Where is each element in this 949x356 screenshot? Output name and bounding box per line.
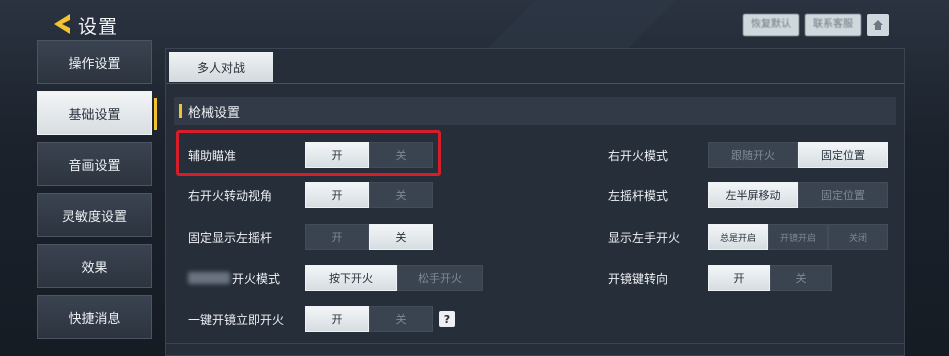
setting-label: 右开火转动视角 — [188, 188, 273, 203]
option-press-fire[interactable]: 按下开火 — [305, 265, 397, 291]
sidebar-item-label: 效果 — [81, 260, 108, 276]
fixed-left-joystick-toggle: 开 关 — [305, 224, 433, 250]
home-icon — [873, 20, 883, 30]
section-header: 枪械设置 — [174, 97, 896, 125]
setting-right-fire-rotate-view: 右开火转动视角 开 关 — [188, 181, 433, 209]
option-scope-on[interactable]: 开镜开启 — [768, 224, 828, 250]
setting-label: 一键开镜立即开火 — [188, 312, 285, 327]
page-title: 设置 — [78, 16, 119, 38]
sidebar: 操作设置 基础设置 音画设置 灵敏度设置 效果 快捷消息 — [37, 40, 157, 346]
option-on[interactable]: 开 — [305, 182, 369, 208]
aim-assist-toggle: 开 关 — [305, 142, 433, 168]
setting-label: 固定显示左摇杆 — [188, 230, 273, 245]
setting-right-fire-mode: 右开火模式 跟随开火 固定位置 — [608, 141, 888, 169]
back-arrow-icon — [54, 14, 70, 34]
setting-label: 辅助瞄准 — [188, 148, 237, 163]
scope-key-turn-toggle: 开 关 — [708, 265, 832, 291]
option-off[interactable]: 关 — [770, 265, 832, 291]
option-on[interactable]: 开 — [305, 306, 369, 332]
header-actions: 恢复默认 联系客服 — [743, 14, 889, 36]
restore-default-button[interactable]: 恢复默认 — [743, 14, 799, 36]
sidebar-item-audio-video[interactable]: 音画设置 — [37, 142, 152, 186]
sidebar-item-label: 灵敏度设置 — [61, 209, 127, 225]
help-icon[interactable]: ? — [439, 311, 455, 327]
left-joystick-mode-toggle: 左半屏移动 固定位置 — [708, 182, 888, 208]
option-on[interactable]: 开 — [708, 265, 770, 291]
tab-multiplayer[interactable]: 多人对战 — [169, 52, 273, 82]
home-button[interactable] — [867, 14, 889, 36]
right-fire-mode-toggle: 跟随开火 固定位置 — [708, 142, 888, 168]
setting-scope-key-turn: 开镜键转向 开 关 — [608, 264, 832, 292]
setting-aim-assist: 辅助瞄准 开 关 — [188, 141, 433, 169]
section-title: 枪械设置 — [188, 105, 241, 121]
option-fixed-position[interactable]: 固定位置 — [798, 182, 888, 208]
setting-label-wrap: 开火模式 — [188, 270, 305, 287]
sidebar-item-effects[interactable]: 效果 — [37, 244, 152, 288]
fire-mode-toggle: 按下开火 松手开火 — [305, 265, 483, 291]
option-off[interactable]: 关 — [369, 182, 433, 208]
option-on[interactable]: 开 — [305, 142, 369, 168]
setting-fire-mode: 开火模式 按下开火 松手开火 — [188, 264, 483, 292]
option-off[interactable]: 关 — [369, 224, 433, 250]
option-always-on[interactable]: 总是开启 — [708, 224, 768, 250]
setting-label: 右开火模式 — [608, 148, 669, 163]
setting-show-left-hand-fire: 显示左手开火 总是开启 开镜开启 关闭 — [608, 223, 888, 251]
blurred-text — [188, 272, 230, 284]
sidebar-item-label: 快捷消息 — [68, 311, 121, 327]
sidebar-item-quick-message[interactable]: 快捷消息 — [37, 295, 152, 339]
setting-label: 左摇杆模式 — [608, 188, 669, 203]
setting-left-joystick-mode: 左摇杆模式 左半屏移动 固定位置 — [608, 181, 888, 209]
setting-label: 显示左手开火 — [608, 230, 681, 245]
setting-fixed-left-joystick: 固定显示左摇杆 开 关 — [188, 223, 433, 251]
sidebar-item-label: 操作设置 — [68, 56, 121, 72]
sidebar-item-label: 音画设置 — [68, 158, 121, 174]
sidebar-item-basic[interactable]: 基础设置 — [37, 91, 157, 135]
option-follow-fire[interactable]: 跟随开火 — [708, 142, 798, 168]
option-left-half-move[interactable]: 左半屏移动 — [708, 182, 798, 208]
right-fire-rotate-toggle: 开 关 — [305, 182, 433, 208]
tab-divider — [166, 83, 904, 84]
option-fixed-position[interactable]: 固定位置 — [798, 142, 888, 168]
back-button[interactable] — [50, 12, 72, 36]
left-hand-fire-toggle: 总是开启 开镜开启 关闭 — [708, 224, 888, 250]
setting-one-key-scope-fire: 一键开镜立即开火 开 关 ? — [188, 305, 455, 333]
section-accent-bar — [179, 104, 182, 118]
sidebar-item-label: 基础设置 — [68, 107, 121, 123]
contact-service-button[interactable]: 联系客服 — [805, 14, 861, 36]
option-release-fire[interactable]: 松手开火 — [397, 265, 483, 291]
option-off[interactable]: 关 — [369, 306, 433, 332]
setting-label: 开火模式 — [232, 271, 281, 286]
option-off[interactable]: 关闭 — [828, 224, 888, 250]
option-on[interactable]: 开 — [305, 224, 369, 250]
option-off[interactable]: 关 — [369, 142, 433, 168]
one-key-scope-fire-toggle: 开 关 — [305, 306, 433, 332]
sidebar-item-sensitivity[interactable]: 灵敏度设置 — [37, 193, 152, 237]
settings-panel: 多人对战 枪械设置 辅助瞄准 开 关 右开火转动视角 开 关 固定显示左摇杆 开… — [165, 48, 905, 356]
sidebar-item-operation[interactable]: 操作设置 — [37, 40, 152, 84]
setting-label: 开镜键转向 — [608, 271, 669, 286]
panel-bottom-divider — [165, 343, 905, 344]
